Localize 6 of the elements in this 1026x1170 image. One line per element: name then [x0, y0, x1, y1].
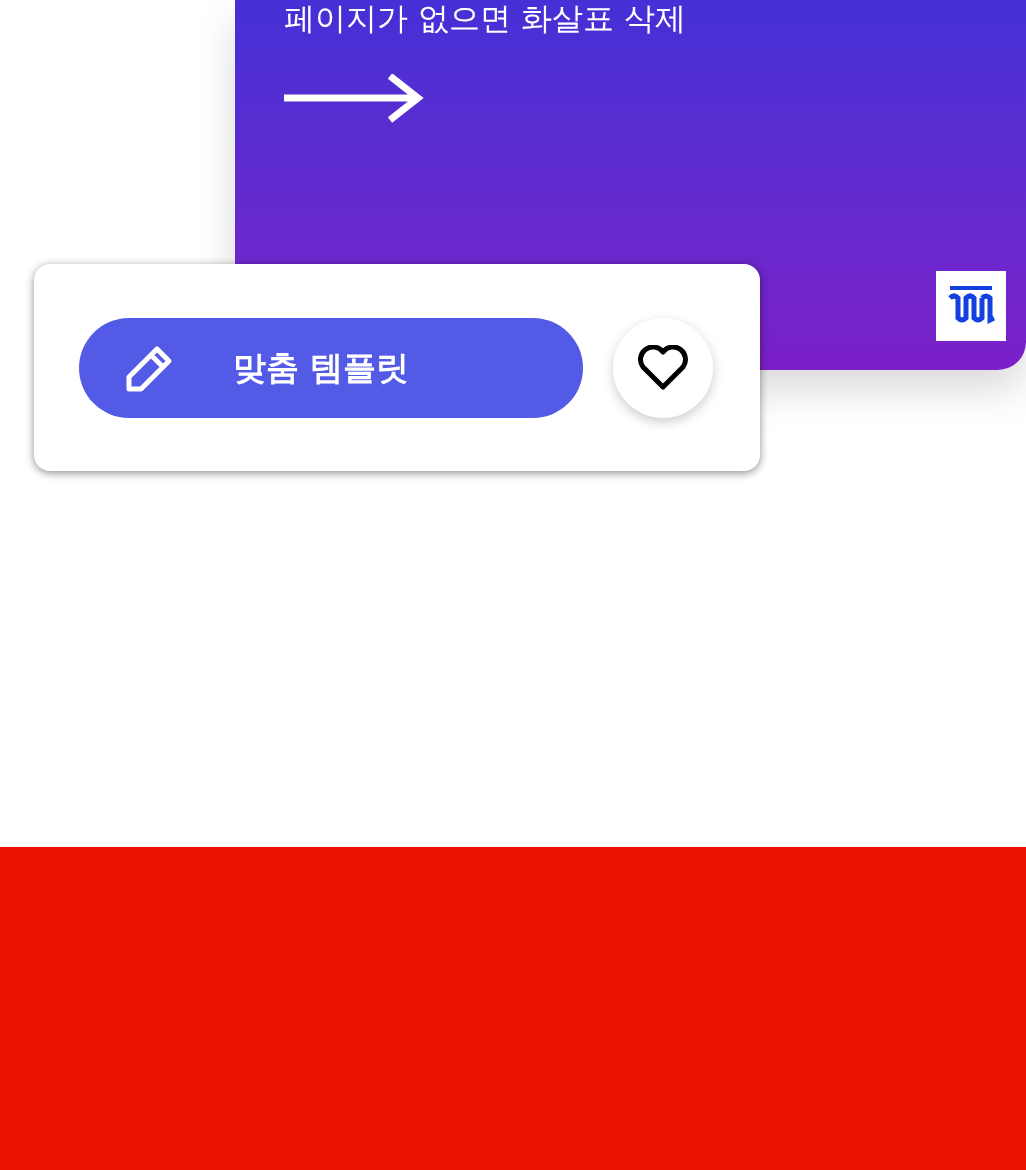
caption: 페이지가 없으면 화살표 삭제 [284, 0, 686, 36]
arrow-icon [284, 74, 424, 124]
heart-icon [637, 344, 689, 391]
logo-icon [936, 271, 1006, 341]
favorite-button[interactable] [613, 317, 713, 418]
custom-template-button[interactable]: 맞춤 템플릿 [79, 317, 583, 418]
